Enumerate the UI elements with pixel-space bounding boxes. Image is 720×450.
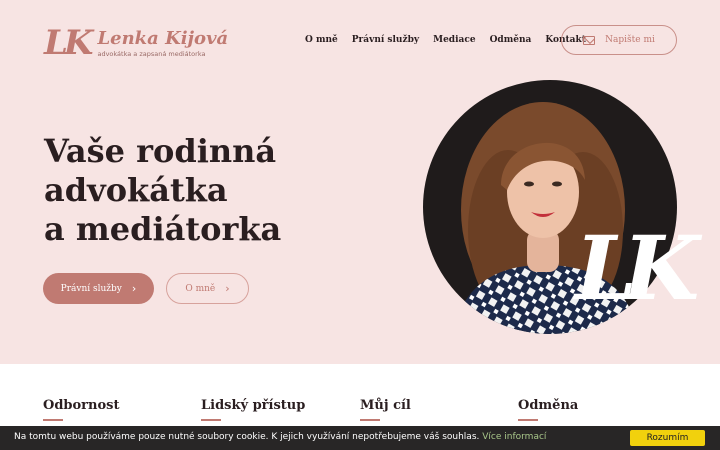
nav-item-odmena[interactable]: Odměna bbox=[490, 35, 532, 45]
cookie-text: Na tomtu webu používáme pouze nutné soub… bbox=[14, 432, 480, 442]
feature-underline bbox=[360, 419, 380, 421]
chevron-right-icon: › bbox=[131, 282, 137, 295]
nav-item-mediace[interactable]: Mediace bbox=[433, 35, 475, 45]
cookie-accept-button[interactable]: Rozumím bbox=[630, 430, 705, 446]
main-nav: O mně Právní služby Mediace Odměna Konta… bbox=[305, 35, 586, 45]
write-me-label: Napište mi bbox=[605, 35, 655, 45]
nav-item-pravni-sluzby[interactable]: Právní služby bbox=[352, 35, 419, 45]
about-me-button[interactable]: O mně › bbox=[166, 273, 249, 304]
logo-mark: LK bbox=[44, 23, 94, 63]
feature-odbornost: Odbornost bbox=[43, 398, 193, 421]
feature-lidsky-pristup: Lidský přístup bbox=[201, 398, 351, 421]
more-info-link[interactable]: Více informací bbox=[482, 432, 546, 442]
envelope-icon bbox=[583, 35, 596, 45]
cookie-bar: Na tomtu webu používáme pouze nutné soub… bbox=[0, 426, 720, 450]
headline-line-3: a mediátorka bbox=[44, 210, 282, 248]
chevron-right-icon: › bbox=[225, 282, 230, 295]
feature-odmena: Odměna bbox=[518, 398, 668, 421]
logo-name: Lenka Kijová bbox=[97, 28, 229, 49]
feature-underline bbox=[201, 419, 221, 421]
cookie-message: Na tomtu webu používáme pouze nutné soub… bbox=[14, 432, 546, 442]
logo-subtitle: advokátka a zapsaná mediátorka bbox=[97, 50, 206, 58]
site-logo[interactable]: LK Lenka Kijová advokátka a zapsaná medi… bbox=[44, 23, 229, 63]
headline-line-1: Vaše rodinná bbox=[44, 132, 277, 170]
headline-line-2: advokátka bbox=[44, 171, 228, 209]
logo-text: Lenka Kijová advokátka a zapsaná mediáto… bbox=[97, 28, 229, 59]
logo-watermark: LK bbox=[575, 216, 699, 320]
write-me-button[interactable]: Napište mi bbox=[561, 25, 677, 55]
cookie-accept-label: Rozumím bbox=[646, 433, 689, 443]
nav-item-o-mne[interactable]: O mně bbox=[305, 35, 338, 45]
feature-title: Lidský přístup bbox=[201, 398, 306, 413]
feature-underline bbox=[43, 419, 63, 421]
feature-muj-cil: Můj cíl bbox=[360, 398, 510, 421]
hero-headline: Vaše rodinná advokátka a mediátorka bbox=[44, 132, 374, 249]
feature-title: Odbornost bbox=[43, 398, 120, 413]
feature-title: Odměna bbox=[518, 398, 579, 413]
about-me-label: O mně bbox=[185, 283, 216, 294]
legal-services-label: Právní služby bbox=[60, 283, 122, 294]
feature-underline bbox=[518, 419, 538, 421]
legal-services-button[interactable]: Právní služby › bbox=[43, 273, 154, 304]
feature-title: Můj cíl bbox=[360, 398, 411, 413]
